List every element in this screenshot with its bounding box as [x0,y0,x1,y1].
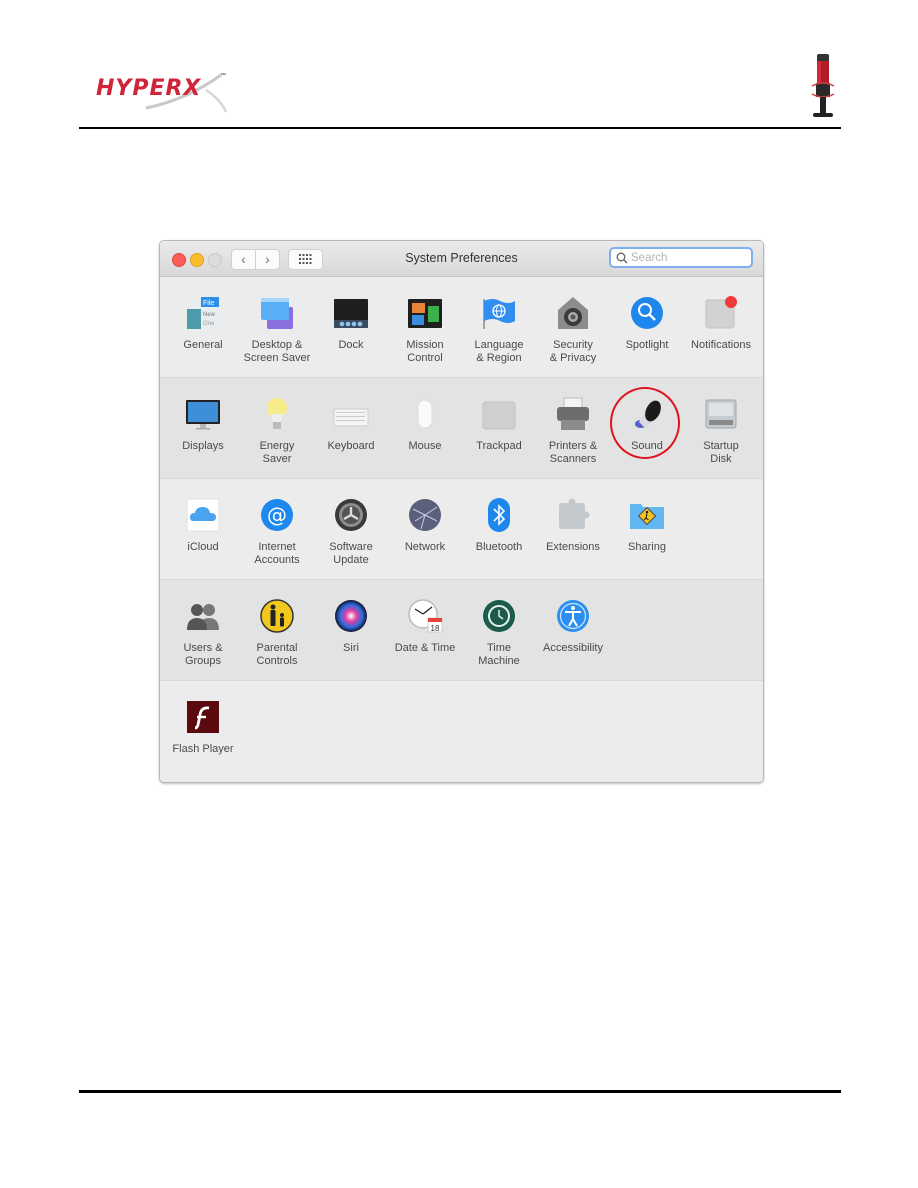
pane-bluetooth[interactable]: Bluetooth [462,479,536,579]
preferences-row-hardware: Displays Energy Saver Keyboard Mouse Tra… [160,378,763,479]
siri-icon [335,600,367,632]
trackpad-icon [482,401,516,430]
software-update-icon [335,499,367,531]
sharing-icon [630,504,664,529]
titlebar: ‹ › System Preferences [160,241,763,277]
header-divider [79,127,841,129]
mission-control-icon [408,299,442,328]
footer-divider [79,1090,841,1093]
sound-icon [635,400,661,428]
language-region-icon [483,299,515,329]
pane-trackpad[interactable]: Trackpad [462,378,536,478]
pane-sound[interactable]: Sound [610,378,684,478]
keyboard-icon [333,408,369,427]
pane-dock[interactable]: Dock [314,277,388,377]
preferences-row-system: Users & Groups Parental Controls Siri 18… [160,580,763,681]
icloud-icon [186,498,220,532]
pane-label: Accessibility [543,642,603,654]
mouse-icon [417,399,433,429]
preferences-row-internet: iCloud @ Internet Accounts Software Upda… [160,479,763,580]
pane-energy-saver[interactable]: Energy Saver [240,378,314,478]
pane-label: Notifications [691,339,751,351]
pane-software-update[interactable]: Software Update [314,479,388,579]
displays-icon [186,400,220,430]
hyperx-logo: HYPERX ™ [96,70,236,115]
pane-printers-scanners[interactable]: Printers & Scanners [536,378,610,478]
pane-label: Sharing [628,541,666,553]
pane-desktop-screen-saver[interactable]: Desktop & Screen Saver [240,277,314,377]
pane-accessibility[interactable]: Accessibility [536,580,610,680]
pane-sharing[interactable]: Sharing [610,479,684,579]
pane-security-privacy[interactable]: Security & Privacy [536,277,610,377]
pane-language-region[interactable]: Language & Region [462,277,536,377]
pane-parental-controls[interactable]: Parental Controls [240,580,314,680]
pane-notifications[interactable]: Notifications [684,277,758,377]
parental-controls-icon [260,599,294,633]
trademark: ™ [220,73,226,79]
extensions-icon [559,498,590,529]
preferences-row-other: Flash Player [160,681,763,781]
pane-spotlight[interactable]: Spotlight [610,277,684,377]
preferences-row-personal: File New One General Desktop & Screen Sa… [160,277,763,378]
microphone-product-icon [811,54,835,117]
notifications-icon [705,296,737,329]
security-privacy-icon [558,297,588,329]
pane-network[interactable]: Network [388,479,462,579]
energy-saver-icon [267,398,287,429]
pane-startup-disk[interactable]: Startup Disk [684,378,758,478]
printers-scanners-icon [557,397,589,430]
pane-internet-accounts[interactable]: @ Internet Accounts [240,479,314,579]
pane-time-machine[interactable]: Time Machine [462,580,536,680]
search-icon [616,252,628,264]
pane-siri[interactable]: Siri [314,580,388,680]
accessibility-icon [557,600,589,632]
pane-flash-player[interactable]: Flash Player [166,681,240,781]
general-icon: File New One [187,297,219,329]
time-machine-icon [483,600,515,632]
startup-disk-icon [705,399,737,429]
pane-mouse[interactable]: Mouse [388,378,462,478]
network-icon [409,499,441,531]
brand-name: HYPERX [96,76,202,101]
pane-keyboard[interactable]: Keyboard [314,378,388,478]
svg-text:File: File [203,300,214,307]
users-groups-icon [187,604,219,630]
pane-label: Flash Player [172,743,234,755]
desktop-screensaver-icon [261,298,293,329]
pane-icloud[interactable]: iCloud [166,479,240,579]
pane-general[interactable]: File New One General [166,277,240,377]
search-field[interactable] [609,247,753,268]
pane-mission-control[interactable]: Mission Control [388,277,462,377]
bluetooth-icon [488,498,510,532]
calendar-day: 18 [431,624,440,633]
spotlight-icon [631,297,663,329]
pane-extensions[interactable]: Extensions [536,479,610,579]
date-time-icon: 18 [408,599,443,633]
pane-displays[interactable]: Displays [166,378,240,478]
system-preferences-window: ‹ › System Preferences Search File New O… [159,240,764,783]
flash-player-icon [187,701,219,733]
pane-label: Startup Disk [703,440,739,465]
internet-accounts-icon: @ [261,499,293,531]
pane-date-time[interactable]: 18 Date & Time [388,580,462,680]
svg-text:One: One [203,321,215,327]
search-input[interactable] [631,250,746,265]
svg-text:@: @ [267,503,287,527]
pane-users-groups[interactable]: Users & Groups [166,580,240,680]
svg-text:New: New [203,312,216,318]
dock-icon [334,299,368,328]
